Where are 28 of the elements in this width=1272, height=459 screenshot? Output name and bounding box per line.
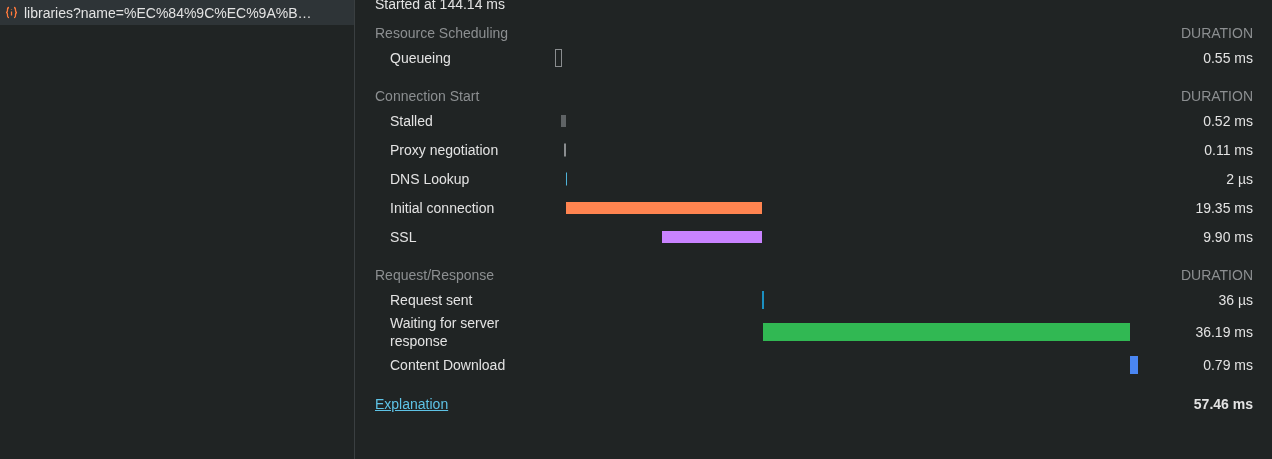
braces-icon: [5, 6, 18, 19]
request-list-item[interactable]: libraries?name=%EC%84%9C%EC%9A%B…: [0, 0, 354, 25]
section-title: Connection Start: [375, 88, 480, 104]
column-header: DURATION: [1180, 25, 1253, 41]
duration-value: 36 µs: [1217, 291, 1253, 308]
duration-value: 2 µs: [1225, 170, 1253, 187]
duration-value: 9.90 ms: [1202, 228, 1253, 245]
timing-label: Proxy negotiation: [389, 140, 500, 159]
explanation-link[interactable]: Explanation: [375, 396, 449, 412]
timing-label: Queueing: [389, 48, 452, 67]
duration-value: 19.35 ms: [1194, 199, 1253, 216]
timing-label: Stalled: [389, 111, 434, 130]
timing-label: SSL: [389, 227, 418, 246]
duration-value: 36.19 ms: [1194, 324, 1253, 340]
duration-value: 0.11 ms: [1203, 141, 1253, 158]
duration-value: 0.55 ms: [1202, 49, 1253, 66]
column-header: DURATION: [1180, 267, 1253, 283]
timing-label: DNS Lookup: [389, 169, 471, 188]
timing-label: Waiting for server response: [389, 314, 501, 350]
timing-label: Request sent: [389, 290, 474, 309]
timing-label: Initial connection: [389, 198, 496, 217]
duration-value: 0.52 ms: [1202, 112, 1253, 129]
duration-value: 0.79 ms: [1202, 356, 1253, 373]
column-header: DURATION: [1180, 88, 1253, 104]
section-title: Request/Response: [375, 267, 495, 283]
section-title: Resource Scheduling: [375, 25, 509, 41]
total-duration: 57.46 ms: [1193, 396, 1253, 412]
timing-label: Content Download: [389, 355, 507, 374]
